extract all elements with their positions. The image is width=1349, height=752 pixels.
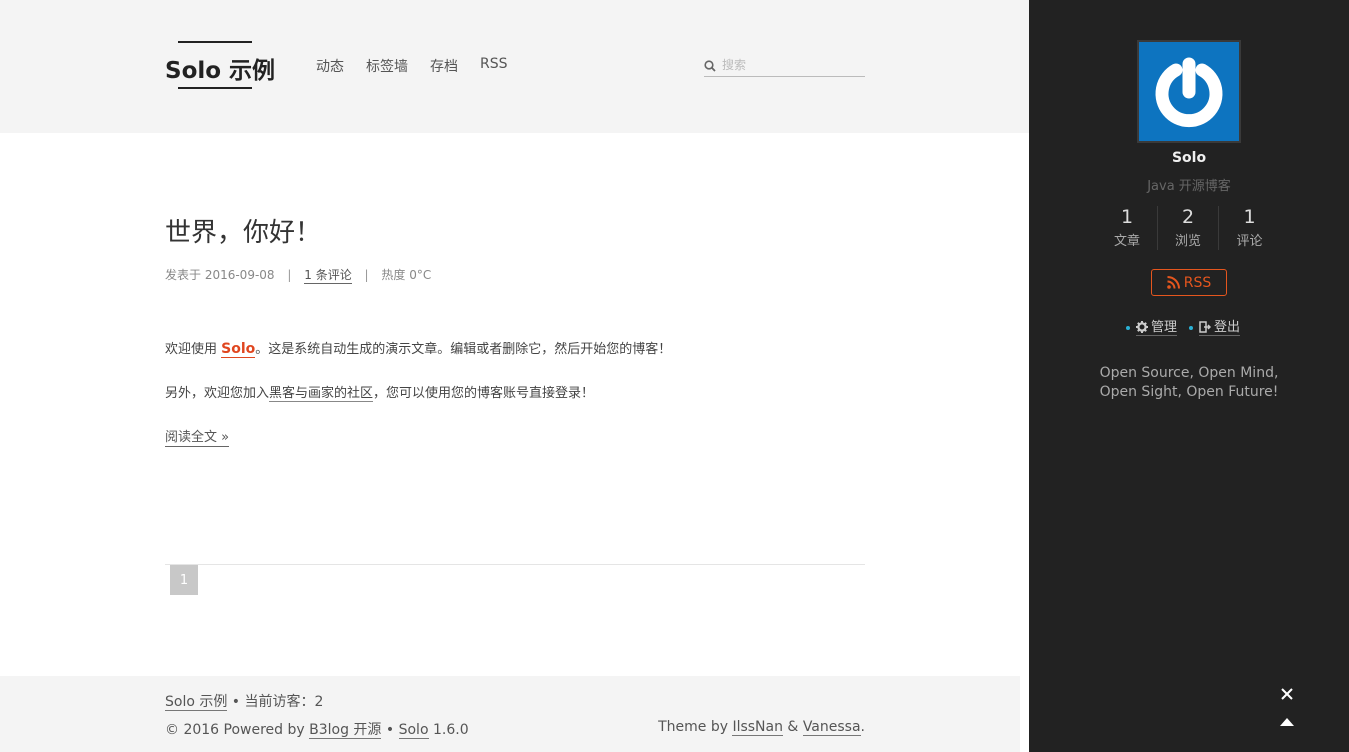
meta-separator: | [287,268,292,282]
logo-bar-top [178,41,252,43]
rss-button[interactable]: RSS [1151,269,1227,296]
pagination-divider [165,564,865,565]
stat-number: 1 [1120,206,1134,228]
logout-label: 登出 [1214,320,1241,335]
search-icon[interactable] [704,60,716,72]
theme-text: Theme by [658,719,733,735]
logo-text: Solo 示例 [165,58,276,84]
stat-articles: 1 文章 [1097,206,1158,250]
blog-name: Solo [1171,150,1207,166]
back-to-top-icon[interactable] [1279,716,1295,728]
footer-site-link[interactable]: Solo 示例 [165,694,228,711]
stat-number: 1 [1243,206,1256,228]
bullet-dot [1125,325,1130,330]
author-ilssnan-link[interactable]: IlssNan [732,719,783,736]
meta-separator: | [364,268,369,282]
stat-views: 2 浏览 [1158,206,1219,250]
power-logo-icon [1155,57,1223,127]
period-text: . [860,719,865,735]
blog-description: Java 开源博客 [1147,179,1231,194]
main-nav: 动态 标签墙 存档 RSS [316,56,530,76]
stat-number: 2 [1181,206,1195,228]
paragraph-text: 欢迎使用 [165,342,222,357]
admin-links: 管理 登出 [1029,316,1349,336]
bullet: • [381,722,399,738]
stat-label: 评论 [1236,234,1263,249]
article-title[interactable]: 世界，你好！ [165,212,865,249]
footer-theme: Theme by IlssNan & Vanessa. [658,719,865,736]
solo-link-footer[interactable]: Solo [398,722,429,739]
gear-icon [1135,321,1148,333]
stat-label: 文章 [1113,234,1140,249]
author-vanessa-link[interactable]: Vanessa [802,719,861,736]
nav-archive[interactable]: 存档 [430,56,458,76]
article-paragraph-1: 欢迎使用 Solo。这是系统自动生成的演示文章。编辑或者删除它，然后开始您的博客… [165,338,672,358]
stat-label: 浏览 [1174,234,1201,249]
heat: 热度 0°C [381,268,432,282]
motto: Open Source, Open Mind, Open Sight, Open… [1029,364,1349,402]
comments-link[interactable]: 1 条评论 [304,268,352,284]
read-more-link[interactable]: 阅读全文 » [165,426,230,447]
search-input[interactable] [722,56,862,74]
page-number-current[interactable]: 1 [170,565,198,595]
version-text: 1.6.0 [428,722,469,738]
motto-line: Open Sight, Open Future! [1099,384,1279,400]
rss-label: RSS [1183,274,1212,291]
paragraph-text: 。这是系统自动生成的演示文章。编辑或者删除它，然后开始您的博客！ [255,342,672,357]
admin-link[interactable]: 管理 [1135,320,1177,336]
footer-site-line: Solo 示例 • 当前访客：2 [165,691,323,711]
admin-label: 管理 [1150,320,1177,335]
search-box [704,55,865,77]
paragraph-text: ，您可以使用您的博客账号直接登录！ [373,386,595,401]
close-icon[interactable] [1279,686,1295,702]
visitor-count: • 当前访客：2 [227,694,324,710]
paragraph-text: 另外，欢迎您加入 [165,386,270,401]
publish-date: 发表于 2016-09-08 [165,268,275,282]
footer-copyright: © 2016 Powered by B3log 开源 • Solo 1.6.0 [165,719,469,739]
solo-link[interactable]: Solo [221,341,256,358]
logout-icon [1199,321,1212,333]
header: Solo 示例 动态 标签墙 存档 RSS [0,0,1030,133]
nav-dynamic[interactable]: 动态 [316,56,344,76]
blog-stats: 1 文章 2 浏览 1 评论 [1097,206,1281,250]
article: 世界，你好！ 发表于 2016-09-08 | 1 条评论 | 热度 0°C 欢… [165,212,865,447]
community-link[interactable]: 黑客与画家的社区 [269,386,374,402]
copyright-text: © 2016 Powered by [165,722,310,738]
b3log-link[interactable]: B3log 开源 [309,722,382,739]
article-paragraph-2: 另外，欢迎您加入黑客与画家的社区，您可以使用您的博客账号直接登录！ [165,382,595,402]
rss-icon [1166,276,1180,289]
site-logo[interactable]: Solo 示例 [165,41,276,89]
footer: Solo 示例 • 当前访客：2 © 2016 Powered by B3log… [0,676,1020,752]
nav-tags[interactable]: 标签墙 [366,56,408,76]
motto-line: Open Source, Open Mind, [1099,365,1279,381]
avatar[interactable] [1137,40,1241,143]
bullet-dot [1189,325,1193,330]
article-meta: 发表于 2016-09-08 | 1 条评论 | 热度 0°C [165,266,865,284]
sidebar: Solo Java 开源博客 1 文章 2 浏览 1 评论 RSS 管理 登出 O… [1029,0,1349,752]
logo-bar-bottom [178,87,252,89]
stat-comments: 1 评论 [1219,206,1280,250]
logout-link[interactable]: 登出 [1199,320,1241,336]
nav-rss[interactable]: RSS [480,56,508,76]
amp-text: & [782,719,803,735]
